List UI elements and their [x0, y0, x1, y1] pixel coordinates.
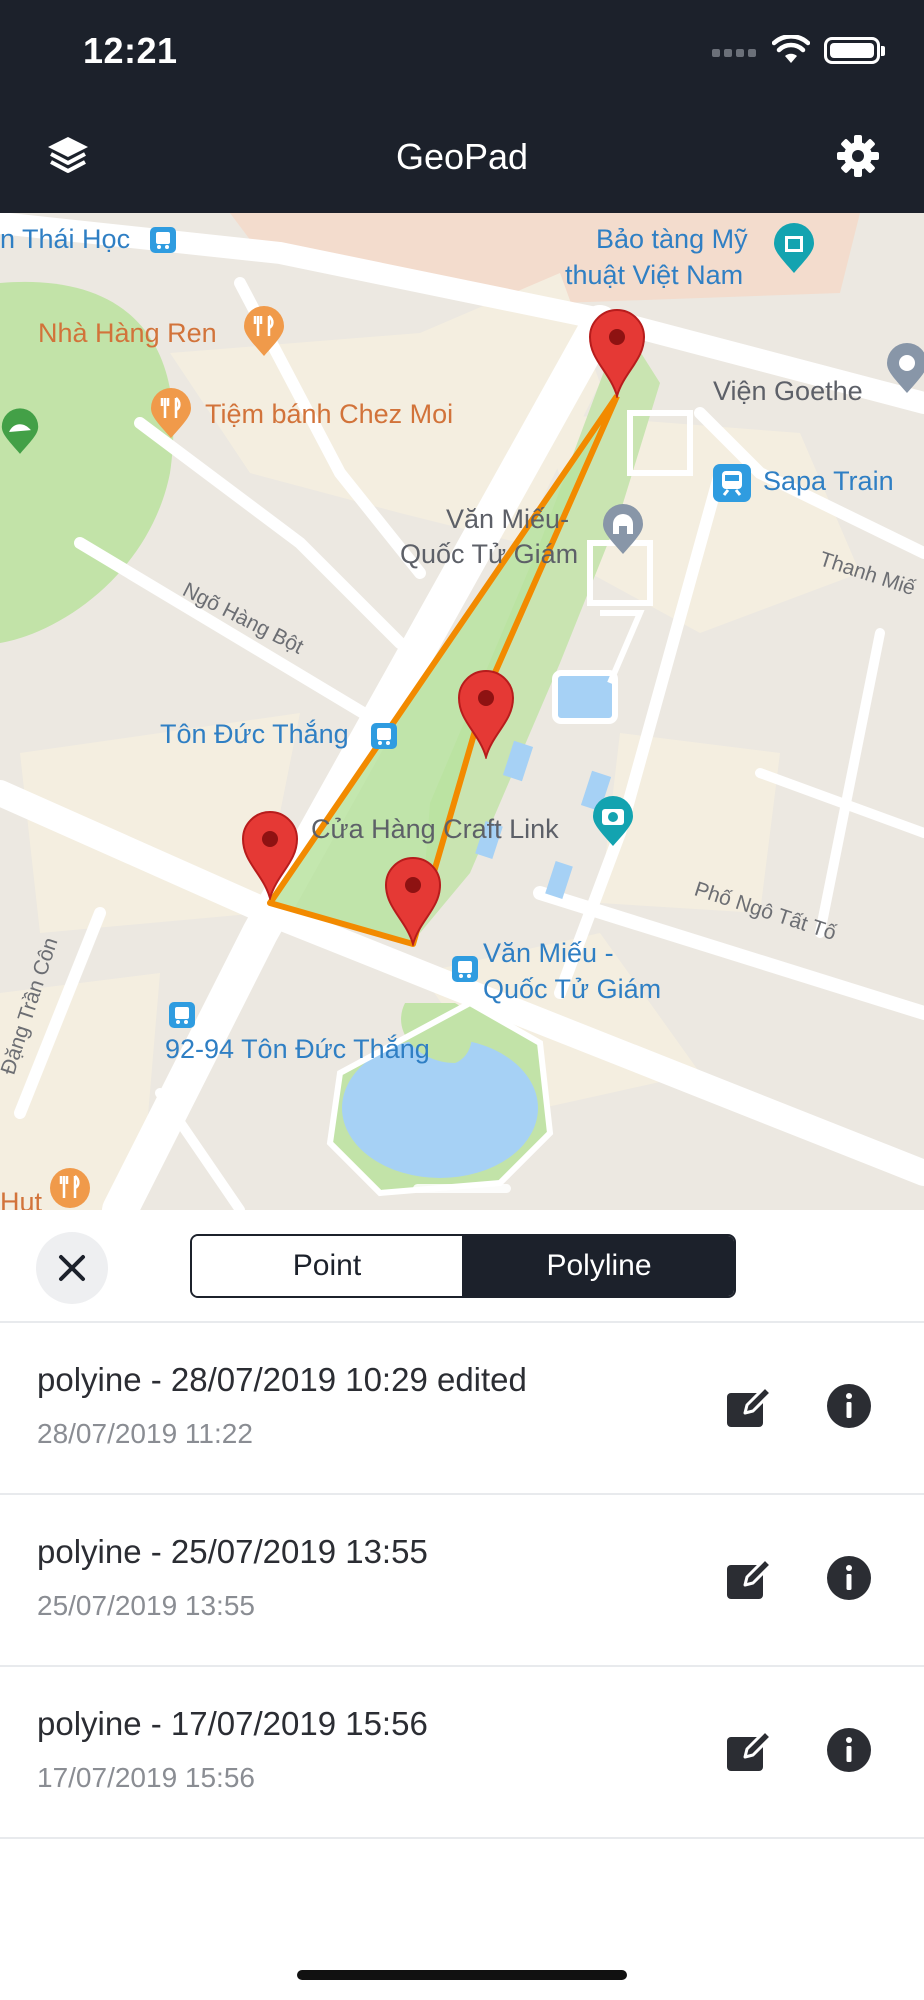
map-label: Bảo tàng Mỹ — [596, 224, 748, 254]
battery-icon — [824, 36, 885, 64]
info-icon[interactable] — [826, 1383, 872, 1429]
bus-stop-icon — [452, 956, 478, 982]
map-label: Sapa Train — [763, 466, 894, 496]
map-label: thuật Việt Nam — [565, 260, 744, 290]
park-icon — [1, 408, 39, 454]
wifi-icon — [772, 35, 810, 63]
list-item[interactable]: polyine - 17/07/2019 15:56 17/07/2019 15… — [0, 1667, 924, 1839]
close-icon — [59, 1255, 85, 1281]
item-date: 17/07/2019 15:56 — [37, 1762, 255, 1793]
cellular-signal-icon — [712, 43, 758, 57]
polyline-vertex-marker[interactable] — [588, 308, 646, 398]
polyline-vertex-marker[interactable] — [384, 856, 442, 946]
restaurant-icon — [244, 306, 284, 356]
status-time: 12:21 — [83, 30, 178, 71]
bus-stop-icon — [169, 1002, 195, 1028]
item-title: polyine - 28/07/2019 10:29 edited — [37, 1361, 527, 1398]
map-label: Quốc Tử Giám — [400, 539, 579, 569]
segment-point[interactable]: Point — [192, 1236, 464, 1296]
map-drag-handle[interactable] — [413, 1184, 511, 1193]
train-station-icon — [713, 464, 751, 502]
map-label: Nhà Hàng Ren — [38, 318, 217, 348]
item-date: 25/07/2019 13:55 — [37, 1590, 255, 1621]
segment-polyline[interactable]: Polyline — [464, 1236, 734, 1296]
polyline-vertex-marker[interactable] — [457, 669, 515, 759]
bus-stop-icon — [371, 723, 397, 749]
info-icon[interactable] — [826, 1555, 872, 1601]
item-title: polyine - 25/07/2019 13:55 — [37, 1533, 428, 1570]
item-date: 28/07/2019 11:22 — [37, 1418, 253, 1449]
map-label: 92-94 Tôn Đức Thắng — [165, 1034, 430, 1064]
map-label: n Thái Học — [0, 224, 131, 254]
polyline-vertex-marker[interactable] — [241, 810, 299, 900]
edit-icon[interactable] — [725, 1383, 773, 1431]
map-label: Tiệm bánh Chez Moi — [205, 399, 454, 429]
gear-icon — [837, 135, 879, 177]
settings-button[interactable] — [830, 128, 886, 184]
map-label: Văn Miếu - — [483, 938, 614, 968]
museum-icon — [774, 223, 814, 273]
info-icon[interactable] — [826, 1727, 872, 1773]
map-label: Cửa Hàng Craft Link — [311, 814, 559, 844]
temple-icon — [603, 504, 643, 554]
home-indicator — [297, 1970, 627, 1980]
bottom-sheet: Point Polyline polyine - 28/07/2019 10:2… — [0, 1210, 924, 2000]
app-header: 12:21 GeoPad — [0, 0, 924, 213]
map-label: Hut — [0, 1187, 43, 1210]
item-title: polyine - 17/07/2019 15:56 — [37, 1705, 428, 1742]
app-title: GeoPad — [395, 136, 529, 177]
list-item[interactable]: polyine - 28/07/2019 10:29 edited 28/07/… — [0, 1323, 924, 1495]
restaurant-icon — [151, 388, 191, 438]
place-icon — [887, 343, 924, 393]
close-button[interactable] — [36, 1232, 108, 1304]
map-label: Văn Miếu- — [446, 504, 570, 534]
map-view[interactable]: n Thái Học Bảo tàng Mỹ thuật Việt Nam Nh… — [0, 213, 924, 1210]
map-label: Tôn Đức Thắng — [160, 719, 349, 749]
restaurant-icon — [50, 1168, 90, 1208]
map-label: Quốc Tử Giám — [483, 974, 662, 1004]
geometry-type-segmented-control: Point Polyline — [190, 1234, 736, 1298]
bus-stop-icon — [150, 227, 176, 253]
status-icons — [712, 30, 885, 70]
list-item[interactable]: polyine - 25/07/2019 13:55 25/07/2019 13… — [0, 1495, 924, 1667]
edit-icon[interactable] — [725, 1555, 773, 1603]
map-label: Viện Goethe — [713, 376, 863, 406]
camera-icon — [593, 796, 633, 846]
edit-icon[interactable] — [725, 1727, 773, 1775]
polyline-list: polyine - 28/07/2019 10:29 edited 28/07/… — [0, 1323, 924, 1839]
